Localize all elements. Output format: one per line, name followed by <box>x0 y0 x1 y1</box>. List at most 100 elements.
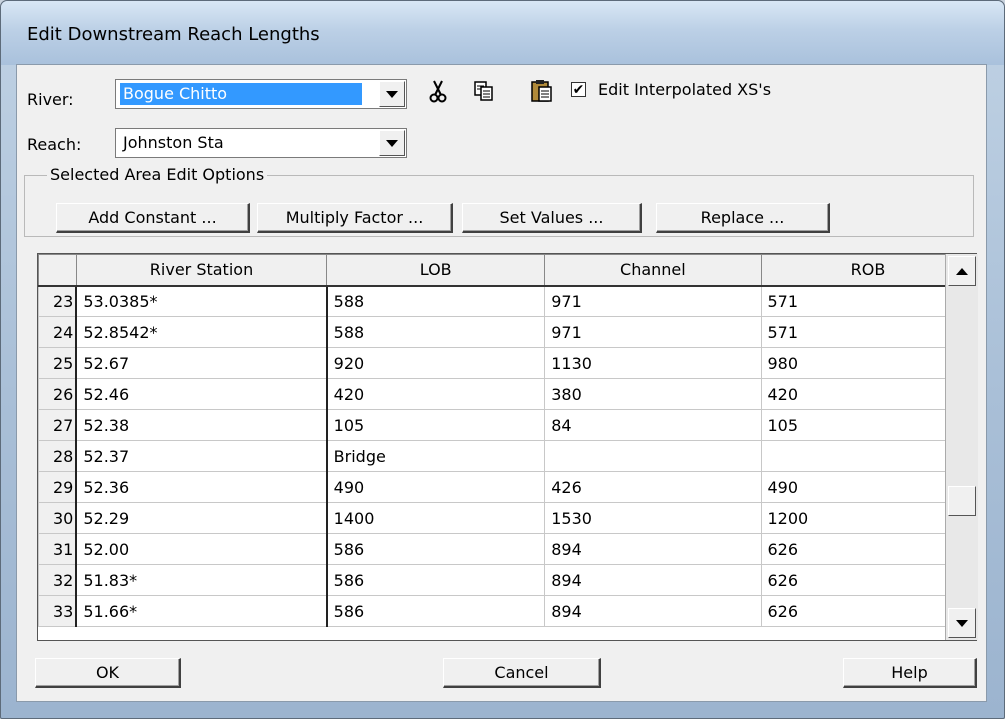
table-row: 32 51.83* 586 894 626 <box>38 564 976 596</box>
channel-cell[interactable]: 84 <box>544 409 762 441</box>
river-station-cell[interactable]: 52.38 <box>75 409 328 441</box>
row-number: 25 <box>38 347 78 379</box>
lob-cell[interactable]: 920 <box>326 347 546 379</box>
column-header-channel[interactable]: Channel <box>544 254 762 287</box>
lob-cell[interactable]: 490 <box>326 471 546 503</box>
arrow-up-icon <box>956 267 968 275</box>
replace-button[interactable]: Replace ... <box>656 203 830 233</box>
dialog-window: Edit Downstream Reach Lengths River: Bog… <box>0 0 1005 719</box>
rob-cell[interactable]: 980 <box>760 347 976 379</box>
channel-cell[interactable]: 1530 <box>544 502 762 534</box>
table-row: 27 52.38 105 84 105 <box>38 409 976 441</box>
lob-cell[interactable]: 586 <box>326 595 546 627</box>
table-row: 30 52.29 1400 1530 1200 <box>38 502 976 534</box>
copy-icon[interactable] <box>471 77 497 105</box>
scroll-thumb[interactable] <box>948 486 976 516</box>
rob-cell[interactable]: 420 <box>760 378 976 410</box>
channel-cell[interactable] <box>544 440 762 472</box>
clipboard-icon[interactable] <box>529 77 555 105</box>
arrow-down-icon <box>956 619 968 627</box>
river-station-cell[interactable]: 51.66* <box>75 595 328 627</box>
ok-button[interactable]: OK <box>35 658 181 688</box>
row-number: 23 <box>38 285 78 317</box>
help-button[interactable]: Help <box>843 658 977 688</box>
lob-cell[interactable]: 588 <box>326 316 546 348</box>
edit-interpolated-checkbox[interactable]: ✔ <box>571 82 586 97</box>
table-row: 26 52.46 420 380 420 <box>38 378 976 410</box>
column-header-river-station[interactable]: River Station <box>75 254 328 287</box>
table-row: 29 52.36 490 426 490 <box>38 471 976 503</box>
checkmark-icon: ✔ <box>572 81 585 98</box>
river-station-cell[interactable]: 52.00 <box>75 533 328 565</box>
river-station-cell[interactable]: 52.37 <box>75 440 328 472</box>
table-row: 33 51.66* 586 894 626 <box>38 595 976 627</box>
channel-cell[interactable]: 894 <box>544 564 762 596</box>
channel-cell[interactable]: 894 <box>544 595 762 627</box>
river-station-cell[interactable]: 52.46 <box>75 378 328 410</box>
set-values-button[interactable]: Set Values ... <box>462 203 642 233</box>
channel-cell[interactable]: 426 <box>544 471 762 503</box>
channel-cell[interactable]: 971 <box>544 316 762 348</box>
lob-cell[interactable]: 105 <box>326 409 546 441</box>
rob-cell[interactable]: 571 <box>760 316 976 348</box>
channel-cell[interactable]: 380 <box>544 378 762 410</box>
column-header-lob[interactable]: LOB <box>326 254 546 287</box>
table-header-row: River Station LOB Channel ROB <box>38 254 976 287</box>
rob-cell[interactable]: 626 <box>760 595 976 627</box>
river-station-cell[interactable]: 52.8542* <box>75 316 328 348</box>
lob-cell[interactable]: 586 <box>326 564 546 596</box>
lob-cell[interactable]: Bridge <box>326 440 546 472</box>
reach-lengths-grid[interactable]: River Station LOB Channel ROB 23 53.0385*… <box>37 253 977 641</box>
rob-cell[interactable] <box>760 440 976 472</box>
lob-cell[interactable]: 586 <box>326 533 546 565</box>
reach-select[interactable]: Johnston Sta <box>115 128 407 158</box>
rob-cell[interactable]: 105 <box>760 409 976 441</box>
lob-cell[interactable]: 1400 <box>326 502 546 534</box>
rob-cell[interactable]: 571 <box>760 285 976 317</box>
reach-lengths-table: River Station LOB Channel ROB 23 53.0385*… <box>38 254 976 627</box>
edit-options-legend: Selected Area Edit Options <box>47 165 268 184</box>
river-station-cell[interactable]: 53.0385* <box>75 285 328 317</box>
multiply-factor-button[interactable]: Multiply Factor ... <box>257 203 453 233</box>
river-label: River: <box>27 90 74 109</box>
table-row: 24 52.8542* 588 971 571 <box>38 316 976 348</box>
river-select[interactable]: Bogue Chitto <box>115 79 407 109</box>
reach-label: Reach: <box>27 135 82 154</box>
river-station-cell[interactable]: 52.29 <box>75 502 328 534</box>
table-row: 31 52.00 586 894 626 <box>38 533 976 565</box>
rob-cell[interactable]: 626 <box>760 533 976 565</box>
rob-cell[interactable]: 626 <box>760 564 976 596</box>
scroll-up-button[interactable] <box>948 256 976 286</box>
scissors-icon[interactable] <box>425 77 451 105</box>
rob-cell[interactable]: 1200 <box>760 502 976 534</box>
channel-cell[interactable]: 894 <box>544 533 762 565</box>
table-row: 23 53.0385* 588 971 571 <box>38 285 976 317</box>
channel-cell[interactable]: 971 <box>544 285 762 317</box>
row-number: 27 <box>38 409 78 441</box>
add-constant-button[interactable]: Add Constant ... <box>56 203 250 233</box>
window-title: Edit Downstream Reach Lengths <box>27 24 320 45</box>
river-station-cell[interactable]: 51.83* <box>75 564 328 596</box>
row-number: 26 <box>38 378 78 410</box>
scroll-down-button[interactable] <box>948 608 976 638</box>
row-number: 33 <box>38 595 78 627</box>
river-select-value: Bogue Chitto <box>120 83 362 105</box>
river-station-cell[interactable]: 52.67 <box>75 347 328 379</box>
river-station-cell[interactable]: 52.36 <box>75 471 328 503</box>
vertical-scrollbar[interactable] <box>945 254 978 640</box>
row-number: 30 <box>38 502 78 534</box>
cancel-button[interactable]: Cancel <box>443 658 601 688</box>
lob-cell[interactable]: 420 <box>326 378 546 410</box>
title-bar[interactable]: Edit Downstream Reach Lengths <box>1 1 1004 65</box>
lob-cell[interactable]: 588 <box>326 285 546 317</box>
row-number: 32 <box>38 564 78 596</box>
column-header-rob[interactable]: ROB <box>760 254 976 287</box>
channel-cell[interactable]: 1130 <box>544 347 762 379</box>
table-row: 25 52.67 920 1130 980 <box>38 347 976 379</box>
row-number-header <box>38 254 77 287</box>
chevron-down-icon[interactable] <box>379 130 405 156</box>
chevron-down-icon[interactable] <box>379 81 405 107</box>
rob-cell[interactable]: 490 <box>760 471 976 503</box>
edit-interpolated-label: Edit Interpolated XS's <box>598 80 772 99</box>
row-number: 29 <box>38 471 78 503</box>
